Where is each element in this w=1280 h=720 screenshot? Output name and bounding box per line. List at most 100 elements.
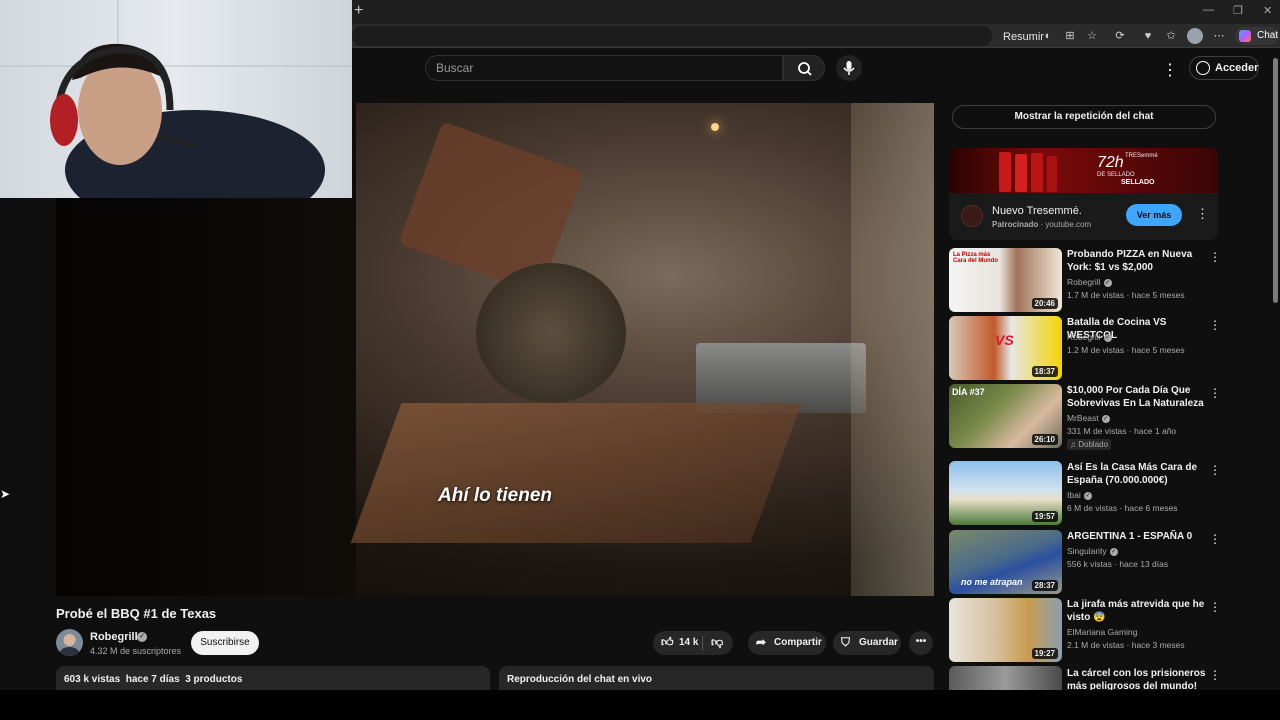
address-bar[interactable] [352, 26, 992, 46]
like-icon[interactable]: 👍︎ [661, 635, 674, 650]
video-thumbnail[interactable] [949, 666, 1062, 690]
letterbox-bottom [0, 690, 1280, 720]
thumb-text: VS [995, 332, 1014, 348]
search-button[interactable] [783, 55, 825, 81]
favorite-star-icon[interactable]: ☆ [1085, 29, 1099, 43]
more-icon[interactable]: ⋮ [1209, 250, 1221, 264]
ad-banner: 72h DE SELLADO TRESemmé SELLADO [949, 148, 1218, 193]
verified-icon: ✓ [1103, 278, 1112, 287]
more-icon[interactable]: ⋮ [1209, 532, 1221, 546]
ad-cta-button[interactable]: Ver más [1126, 204, 1182, 226]
description-box[interactable]: 603 k vistas hace 7 días 3 productos [56, 666, 490, 690]
share-button[interactable]: ➦ Compartir [748, 631, 826, 655]
settings-more-icon-yt[interactable]: ⋮ [1162, 60, 1178, 80]
video-thumbnail[interactable]: DÍA #37 26:10 [949, 384, 1062, 448]
recommendation-item[interactable]: no me atrapan 28:37 ARGENTINA 1 - ESPAÑA… [949, 530, 1229, 594]
voice-search-button[interactable] [836, 55, 862, 81]
extension-icon[interactable]: ⟳ [1113, 29, 1127, 43]
bookmark-icon: ⛉ [841, 635, 851, 649]
more-icon[interactable]: ⋮ [1209, 668, 1221, 682]
more-actions-button[interactable]: ••• [909, 631, 933, 655]
channel-name: Ibai ✓ [1067, 490, 1092, 500]
search-icon [798, 62, 812, 76]
like-count[interactable]: 14 k [679, 637, 698, 648]
streamer-silhouette [0, 0, 352, 198]
ad-title[interactable]: Nuevo Tresemmé. [992, 205, 1082, 217]
video-duration: 19:27 [1031, 648, 1058, 659]
minimize-icon[interactable]: — [1203, 4, 1214, 16]
profile-avatar[interactable] [1187, 28, 1203, 44]
recommendation-item[interactable]: 19:57 Así Es la Casa Más Cara de España … [949, 461, 1229, 525]
close-window-icon[interactable]: ✕ [1263, 4, 1272, 17]
scrollbar-thumb[interactable] [1273, 58, 1278, 303]
dubbed-badge: ♫ Doblado [1067, 439, 1112, 450]
video-thumbnail[interactable]: VS 18:37 [949, 316, 1062, 380]
show-chat-replay-button[interactable]: Mostrar la repetición del chat [952, 105, 1216, 129]
channel-name: ElMariana Gaming [1067, 627, 1138, 637]
video-meta: 2.1 M de vistas · hace 3 meses [1067, 640, 1185, 650]
video-title: Probé el BBQ #1 de Texas [56, 606, 217, 621]
video-meta: 1.7 M de vistas · hace 5 meses [1067, 290, 1185, 300]
scene-light [711, 123, 719, 131]
video-title[interactable]: La cárcel con los prisioneros más peligr… [1067, 667, 1213, 690]
scene-meat-paper [350, 403, 802, 543]
copilot-chat-button[interactable]: Chat [1235, 27, 1279, 45]
verified-icon: ✓ [1109, 547, 1118, 556]
like-divider [702, 636, 703, 650]
dislike-icon[interactable]: 👎︎ [711, 635, 723, 650]
video-thumbnail[interactable]: 19:27 [949, 598, 1062, 662]
channel-label: Singularity [1067, 546, 1107, 556]
favorites-icon[interactable]: ✩ [1164, 29, 1178, 43]
video-thumbnail[interactable]: La Pizza más Cara del Mundo 20:46 [949, 248, 1062, 312]
video-title[interactable]: $10,000 Por Cada Día Que Sobrevivas En L… [1067, 384, 1213, 410]
restore-icon[interactable]: ❐ [1233, 4, 1243, 17]
video-thumbnail[interactable]: 19:57 [949, 461, 1062, 525]
ad-banner-tag: SELLADO [1121, 179, 1155, 186]
recommendation-item[interactable]: La Pizza más Cara del Mundo 20:46 Proban… [949, 248, 1229, 312]
ad-banner-72h: 72h [1097, 154, 1124, 171]
video-duration: 28:37 [1031, 580, 1058, 591]
ad-sponsored-label: Patrocinado [992, 220, 1039, 229]
more-icon[interactable]: ⋮ [1209, 386, 1221, 400]
save-label: Guardar [859, 637, 898, 648]
video-title[interactable]: La jirafa más atrevida que he visto 😨 [1067, 598, 1213, 624]
channel-name: Robegrill ✓ [1067, 332, 1112, 342]
chat-replay-label: Reproducción del chat en vivo [507, 674, 653, 685]
channel-avatar[interactable] [56, 629, 83, 656]
channel-name[interactable]: Robegrill [90, 631, 138, 643]
video-thumbnail[interactable]: no me atrapan 28:37 [949, 530, 1062, 594]
apps-icon[interactable]: ⊞ [1063, 29, 1077, 43]
share-label: Compartir [774, 637, 822, 648]
video-subtitle: Ahí lo tienen [438, 485, 552, 506]
video-title[interactable]: Así Es la Casa Más Cara de España (70.00… [1067, 461, 1213, 487]
video-meta: 1.2 M de vistas · hace 5 meses [1067, 345, 1185, 355]
channel-name: Singularity ✓ [1067, 546, 1118, 556]
recommendation-item[interactable]: VS 18:37 Batalla de Cocina VS WESTCOL Ro… [949, 316, 1229, 380]
browser-essentials-icon[interactable]: ♥ [1141, 29, 1155, 43]
recommendation-item[interactable]: La cárcel con los prisioneros más peligr… [949, 666, 1229, 690]
scene-bottle [851, 103, 934, 596]
recommendation-item[interactable]: 19:27 La jirafa más atrevida que he vist… [949, 598, 1229, 662]
reading-icon[interactable]: ◐ [1041, 29, 1055, 43]
video-duration: 20:46 [1031, 298, 1058, 309]
subscribe-button[interactable]: Suscribirse [191, 631, 259, 655]
search-input[interactable] [436, 60, 766, 76]
more-icon[interactable]: ⋮ [1209, 600, 1221, 614]
search-box[interactable] [425, 55, 783, 81]
recommendation-item[interactable]: DÍA #37 26:10 $10,000 Por Cada Día Que S… [949, 384, 1229, 450]
signin-button[interactable]: Acceder [1189, 56, 1259, 80]
ad-banner-sub: DE SELLADO [1097, 172, 1135, 178]
new-tab-button[interactable]: + [354, 2, 363, 20]
more-icon[interactable]: ⋮ [1209, 463, 1221, 477]
microphone-icon [843, 61, 855, 75]
ad-banner-brand: TRESemmé [1125, 153, 1158, 159]
sponsored-ad[interactable]: 72h DE SELLADO TRESemmé SELLADO Nuevo Tr… [949, 148, 1218, 240]
video-title[interactable]: Probando PIZZA en Nueva York: $1 vs $2,0… [1067, 248, 1213, 274]
more-icon[interactable]: ⋮ [1209, 318, 1221, 332]
video-title[interactable]: ARGENTINA 1 - ESPAÑA 0 [1067, 530, 1213, 543]
save-button[interactable]: ⛉ Guardar [833, 631, 901, 655]
chat-replay-panel[interactable]: Reproducción del chat en vivo [499, 666, 934, 690]
settings-more-icon[interactable]: ⋯ [1212, 29, 1226, 43]
summarize-button[interactable]: Resumir [1003, 31, 1044, 43]
ad-more-icon[interactable]: ⋮ [1196, 206, 1209, 222]
